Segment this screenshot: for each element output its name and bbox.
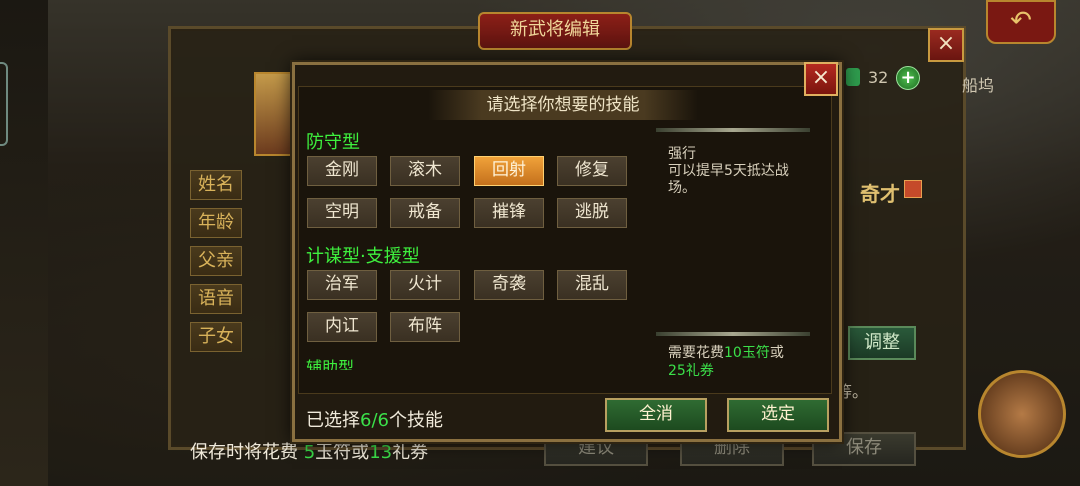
jade-icon [846,68,860,86]
voice-label: 语音 [190,284,242,314]
skill-button[interactable]: 戒备 [390,198,460,228]
side-handle[interactable] [0,62,8,146]
back-arrow-icon[interactable]: ↶ [986,0,1056,44]
skill-button[interactable]: 治军 [307,270,377,300]
skill-button[interactable]: 金刚 [307,156,377,186]
skill-desc-title: 强行 [668,146,696,162]
desc-bottom-divider [656,332,810,336]
skill-button[interactable]: 布阵 [390,312,460,342]
skill-button[interactable]: 滚木 [390,156,460,186]
skill-button[interactable]: 修复 [557,156,627,186]
location-name: 船坞 [962,76,995,95]
editor-title: 新武将编辑 [478,12,632,50]
age-label: 年龄 [190,208,242,238]
children-label: 子女 [190,322,242,352]
talent-checkbox[interactable] [904,180,922,198]
add-resource-icon[interactable]: + [896,66,920,90]
skill-desc-body: 可以提早5天抵达战场。 [668,163,789,196]
skill-button[interactable]: 摧锋 [474,198,544,228]
skill-button[interactable]: 混乱 [557,270,627,300]
category-support: 辅助型 [306,358,355,370]
skill-button[interactable]: 奇袭 [474,270,544,300]
category-strategy: 计谋型·支援型 [306,246,420,267]
general-portrait[interactable] [254,72,296,156]
skill-description: 强行 可以提早5天抵达战场。 [668,146,816,197]
confirm-button[interactable]: 选定 [727,398,829,432]
skill-button[interactable]: 空明 [307,198,377,228]
category-defense: 防守型 [306,132,360,153]
name-label: 姓名 [190,170,242,200]
modal-close-icon[interactable]: × [804,62,838,96]
skill-button[interactable]: 内讧 [307,312,377,342]
clear-all-button[interactable]: 全消 [605,398,707,432]
talent-label: 奇才 [860,182,900,206]
resource-count: 32 [868,68,889,87]
selected-count: 已选择6/6个技能 [306,410,443,431]
skill-button[interactable]: 火计 [390,270,460,300]
skill-cost: 需要花费10玉符或 25礼券 [668,345,784,379]
adjust-button[interactable]: 调整 [848,326,916,360]
editor-close-icon[interactable]: × [928,28,964,62]
skill-button-selected[interactable]: 回射 [474,156,544,186]
modal-title: 请选择你想要的技能 [428,90,698,120]
desc-top-divider [656,128,810,132]
father-label: 父亲 [190,246,242,276]
skill-button[interactable]: 逃脱 [557,198,627,228]
general-avatar[interactable] [978,370,1066,458]
